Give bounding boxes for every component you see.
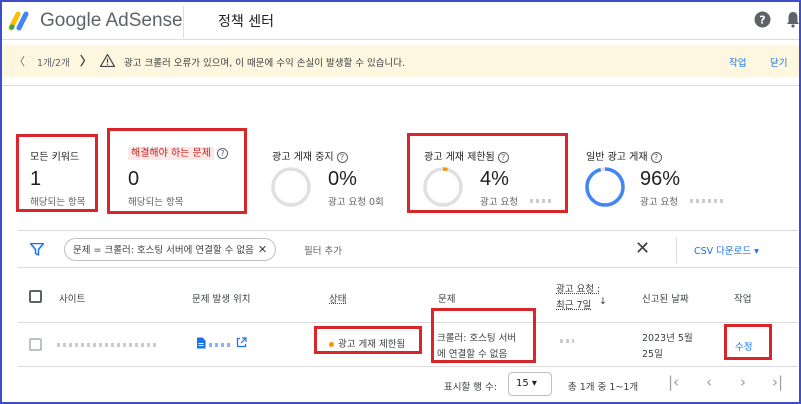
rows-per-page-select[interactable]: 15 ▾: [508, 372, 552, 396]
stat-normal-donut: [585, 167, 625, 207]
filter-chip[interactable]: 문제 = 크롤러: 호스팅 서버에 연결할 수 없음 ✕: [64, 238, 277, 261]
col-header-requests[interactable]: 광고 요청 :: [556, 281, 600, 295]
warning-icon: [100, 54, 115, 67]
add-filter-input[interactable]: 필터 추가: [304, 243, 342, 257]
rows-per-page-label: 표시할 행 수:: [444, 382, 497, 393]
stat-stopped-title: 광고 게재 중지?: [272, 148, 348, 163]
first-page-icon[interactable]: |‹: [668, 373, 679, 391]
app-header: Google AdSense 정책 센터 ?: [2, 2, 799, 40]
banner-action-link[interactable]: 작업: [729, 55, 746, 69]
section-divider: [2, 85, 799, 86]
last-page-icon[interactable]: ›|: [772, 373, 783, 391]
redacted-site: [57, 343, 157, 347]
col-header-reported[interactable]: 신고된 날짜: [642, 291, 689, 305]
filter-icon[interactable]: [30, 243, 44, 256]
adsense-logo-icon: [8, 11, 29, 31]
warning-banner: 〈 1개/2개 〉 광고 크롤러 오류가 있으며, 이 때문에 수익 손실이 발…: [2, 45, 799, 77]
banner-prev-button[interactable]: 〈: [14, 53, 25, 69]
page-title: 정책 센터: [218, 14, 274, 30]
stat-normal-value: 96%: [640, 168, 681, 190]
clear-filters-icon[interactable]: ✕: [635, 238, 650, 259]
stat-stopped-sub: 광고 요청 0회: [328, 197, 384, 208]
row-reported-line1: 2023년 5월: [642, 333, 693, 344]
col-header-issue[interactable]: 문제: [438, 291, 455, 305]
highlight-box-needs-fix: [107, 128, 247, 214]
banner-message: 광고 크롤러 오류가 있으며, 이 때문에 수익 손실이 발생할 수 있습니다.: [124, 58, 405, 69]
prev-page-icon[interactable]: ‹: [706, 373, 712, 391]
col-header-site[interactable]: 사이트: [59, 291, 85, 305]
sort-down-arrow-icon[interactable]: ↓: [599, 296, 607, 307]
highlight-box-issue: [431, 308, 536, 363]
csv-download-button[interactable]: CSV 다운로드 ▾: [694, 243, 759, 257]
redacted-url[interactable]: [209, 343, 231, 347]
page-range-text: 총 1개 중 1~1개: [568, 382, 639, 393]
table-header-divider: [18, 322, 798, 323]
help-circle-icon[interactable]: ?: [650, 151, 662, 163]
stat-normal-title: 일반 광고 게재?: [586, 148, 662, 163]
banner-next-button[interactable]: 〉: [80, 52, 92, 69]
chip-remove-icon[interactable]: ✕: [258, 243, 267, 256]
banner-close-link[interactable]: 닫기: [770, 55, 787, 69]
svg-text:?: ?: [759, 14, 765, 27]
page-document-icon: [197, 337, 206, 349]
header-divider: [183, 6, 184, 38]
help-circle-icon[interactable]: ?: [336, 151, 348, 163]
col-header-action: 작업: [734, 294, 752, 305]
row-checkbox[interactable]: [29, 338, 42, 351]
highlight-box-action: [724, 324, 772, 360]
filter-chip-label: 문제 = 크롤러: 호스팅 서버에 연결할 수 없음: [73, 245, 254, 256]
stat-stopped-donut: [271, 167, 311, 207]
highlight-box-status: [314, 326, 422, 354]
next-page-icon[interactable]: ›: [740, 373, 746, 391]
row-reported-line2: 25일: [642, 349, 663, 360]
brand-name: Google AdSense: [40, 10, 183, 31]
help-icon[interactable]: ?: [754, 11, 771, 28]
open-in-new-icon[interactable]: [236, 337, 247, 348]
stat-normal-sub: 광고 요청: [640, 197, 678, 208]
redacted-value: [690, 199, 724, 203]
notifications-bell-icon[interactable]: [786, 11, 800, 28]
highlight-box-all: [16, 134, 98, 212]
col-header-status[interactable]: 상태: [329, 291, 346, 305]
col-header-requests-period[interactable]: 최근 7일: [556, 297, 591, 311]
filter-bar: 문제 = 크롤러: 호스팅 서버에 연결할 수 없음 ✕ 필터 추가 ✕ CSV …: [18, 230, 798, 268]
highlight-box-limited: [407, 133, 568, 213]
banner-page-count: 1개/2개: [37, 58, 70, 69]
col-header-location[interactable]: 문제 발생 위치: [192, 291, 250, 305]
filter-divider: [676, 237, 677, 263]
redacted-requests: [560, 339, 574, 343]
stat-stopped-value: 0%: [328, 168, 357, 190]
select-all-checkbox[interactable]: [29, 290, 42, 303]
table-row-divider: [18, 366, 798, 367]
